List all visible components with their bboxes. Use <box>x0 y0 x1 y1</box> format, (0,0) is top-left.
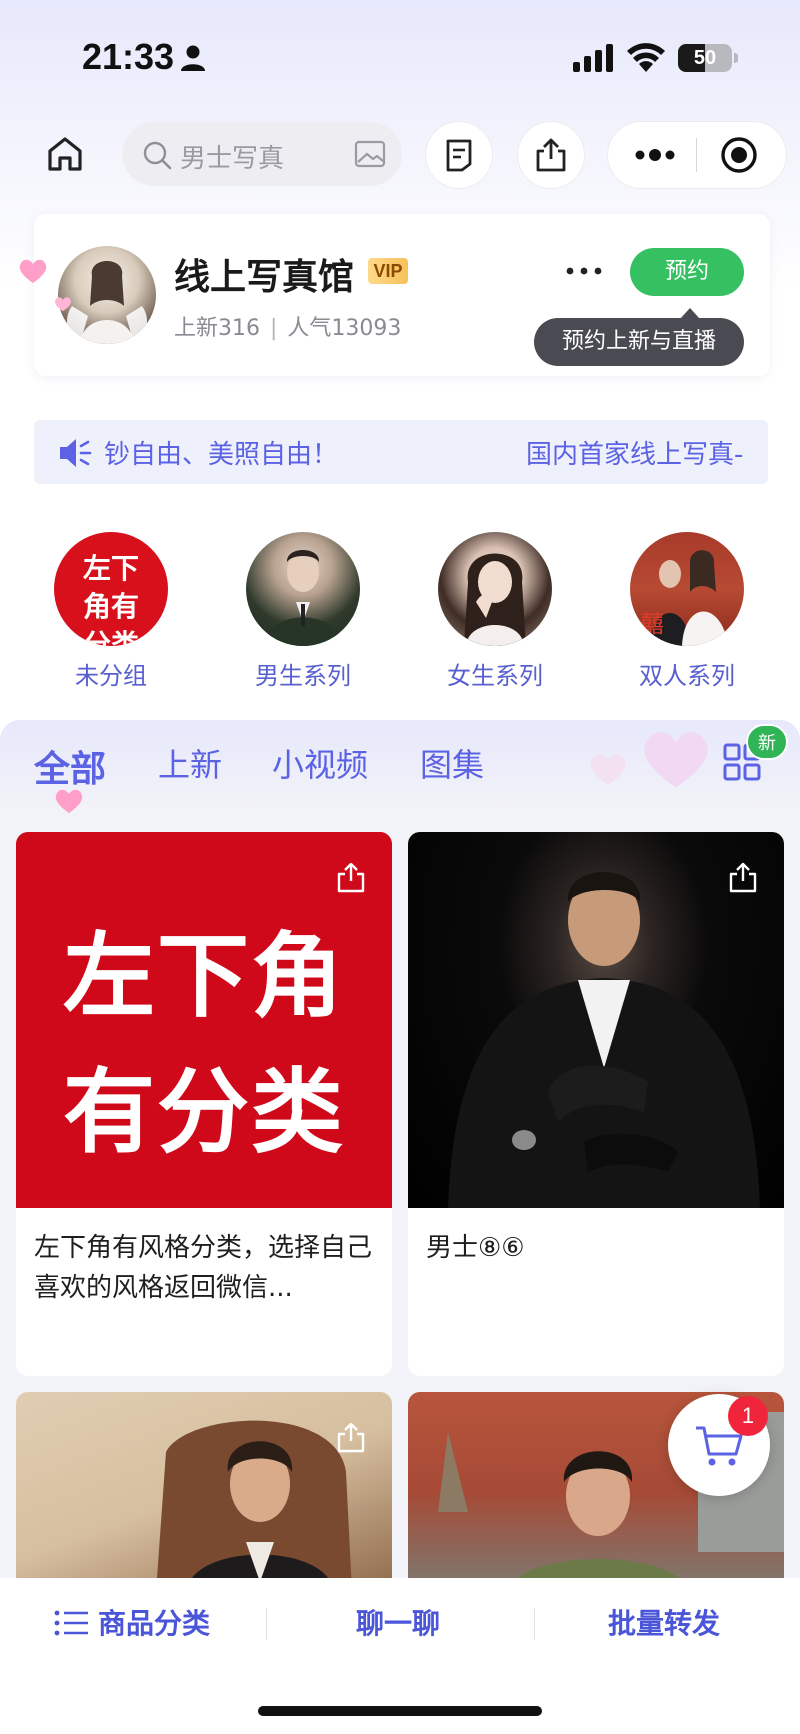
cart-count-badge: 1 <box>728 1396 768 1436</box>
close-target-icon[interactable] <box>720 136 758 174</box>
stats-divider: | <box>270 316 278 341</box>
share-icon <box>536 138 566 172</box>
tab-album[interactable]: 图集 <box>420 740 484 786</box>
product-category-label: 商品分类 <box>98 1607 211 1640</box>
notice-text-next: 国内首家线上写真- <box>526 440 744 470</box>
reserve-tooltip: 预约上新与直播 <box>534 318 744 366</box>
search-placeholder: 男士写真 <box>180 144 285 174</box>
shop-name: 线上写真馆 <box>174 257 355 298</box>
battery-icon: 50 <box>678 44 732 72</box>
notice-text: 钞自由、美照自由！ <box>104 440 339 470</box>
document-icon <box>446 139 472 172</box>
product-category-button[interactable]: 商品分类 <box>54 1602 210 1646</box>
category-cover: 囍 <box>630 532 744 646</box>
category-cover <box>246 532 360 646</box>
cover-text-line1: 左下角 <box>62 923 345 1030</box>
share-icon[interactable] <box>728 862 758 894</box>
cover-text-line2: 有分类 <box>62 1059 345 1166</box>
shop-stats: 上新316 | 人气13093 <box>174 310 401 342</box>
signal-icon <box>573 44 613 72</box>
wifi-icon <box>627 43 665 72</box>
new-badge: 新 <box>746 724 788 760</box>
image-search-icon[interactable] <box>354 140 386 168</box>
capsule-divider <box>696 138 697 172</box>
share-icon[interactable] <box>336 1422 366 1454</box>
notice-bar[interactable]: 钞自由、美照自由！ 国内首家线上写真- <box>34 420 768 484</box>
reserve-button[interactable]: 预约 <box>630 248 744 296</box>
popularity-count: 人气13093 <box>287 316 402 341</box>
category-label: 双人系列 <box>639 662 735 690</box>
status-bar: 21:33 50 <box>0 0 800 110</box>
share-button[interactable] <box>518 122 584 188</box>
heart-icon <box>590 754 626 785</box>
battery-tip <box>734 53 738 63</box>
home-icon <box>48 137 82 171</box>
list-icon <box>54 1610 88 1636</box>
product-card[interactable]: 左下角 有分类 左下角有风格分类，选择自己喜欢的风格返回微信... <box>16 832 392 1376</box>
tab-new[interactable]: 上新 <box>158 740 222 786</box>
category-cover: 左下角有分类 <box>54 532 168 646</box>
shop-avatar[interactable] <box>58 246 156 344</box>
tab-all[interactable]: 全部 <box>34 740 106 792</box>
vip-badge: VIP <box>368 258 408 284</box>
notes-button[interactable] <box>426 122 492 188</box>
new-count: 上新316 <box>174 316 260 341</box>
category-label: 未分组 <box>75 662 147 690</box>
category-cover <box>438 532 552 646</box>
battery-percent: 50 <box>693 47 717 69</box>
heart-icon <box>55 297 71 312</box>
home-button[interactable] <box>40 126 90 182</box>
home-indicator <box>258 1706 542 1716</box>
person-icon <box>181 45 205 71</box>
category-label: 女生系列 <box>447 662 543 690</box>
bottom-divider <box>266 1608 267 1640</box>
product-title: 男士⑧⑥ <box>426 1233 525 1263</box>
product-card[interactable]: 男士⑧⑥ <box>408 832 784 1376</box>
product-title: 左下角有风格分类，选择自己喜欢的风格返回微信... <box>34 1233 373 1303</box>
speaker-icon <box>60 439 92 467</box>
heart-icon <box>644 732 708 788</box>
miniprogram-capsule <box>608 122 786 188</box>
search-input[interactable]: 男士写真 <box>122 122 402 186</box>
search-icon <box>143 141 172 170</box>
heart-icon <box>55 789 83 813</box>
bottom-divider <box>534 1608 535 1640</box>
tab-short-video[interactable]: 小视频 <box>272 740 368 786</box>
category-label: 男生系列 <box>255 662 351 690</box>
status-time: 21:33 <box>82 36 175 77</box>
heart-icon <box>19 259 47 283</box>
batch-forward-button[interactable]: 批量转发 <box>608 1602 720 1646</box>
product-card[interactable] <box>16 1392 392 1592</box>
shop-more-icon[interactable] <box>562 256 606 286</box>
share-icon[interactable] <box>336 862 366 894</box>
chat-button[interactable]: 聊一聊 <box>356 1602 440 1646</box>
more-dots-icon[interactable] <box>630 140 680 170</box>
